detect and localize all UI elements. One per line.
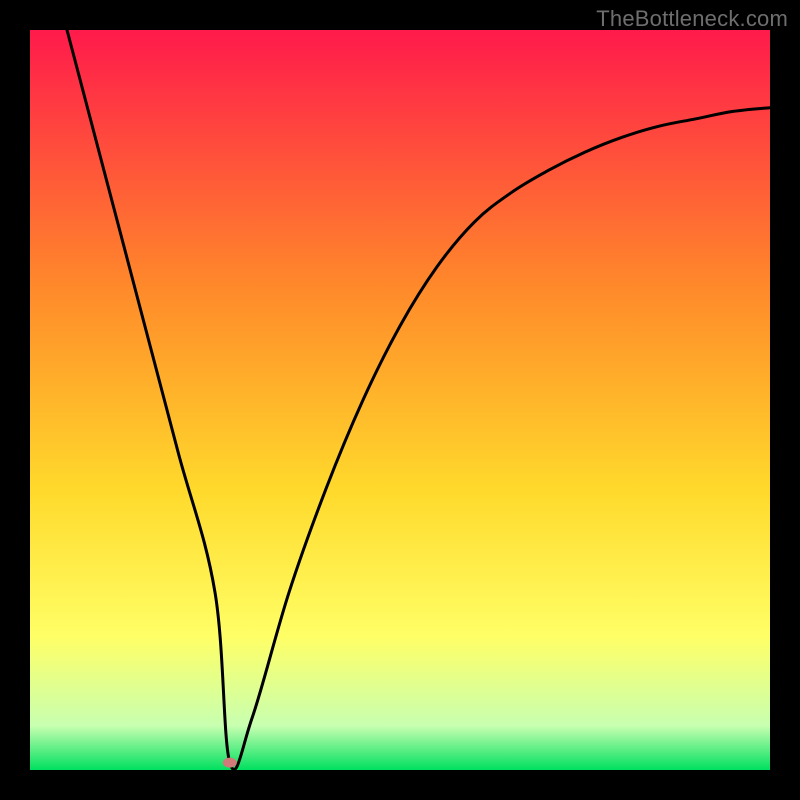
bottleneck-chart (30, 30, 770, 770)
bottleneck-minimum-marker (223, 758, 237, 768)
gradient-background (30, 30, 770, 770)
chart-frame (30, 30, 770, 770)
watermark-label: TheBottleneck.com (596, 6, 788, 32)
